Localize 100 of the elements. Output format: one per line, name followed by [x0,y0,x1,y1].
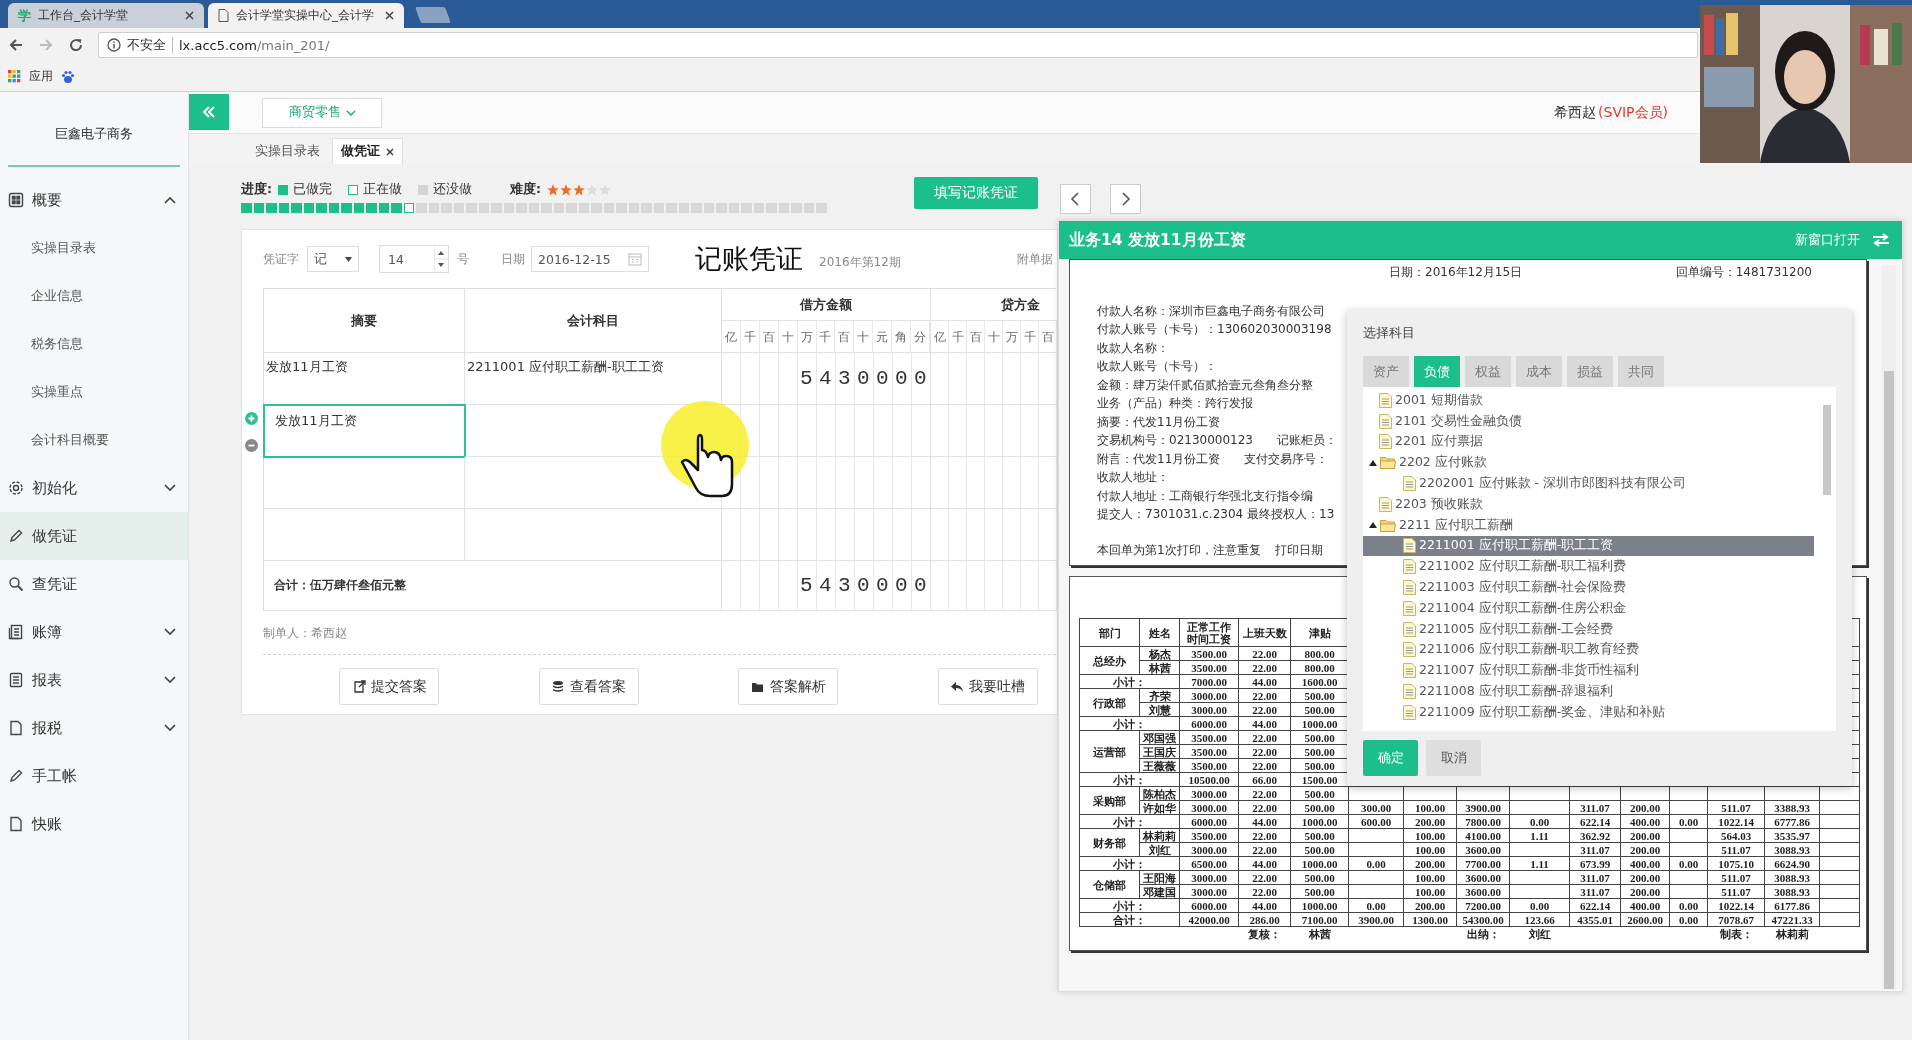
progress-segment[interactable] [516,203,527,213]
page-tab[interactable]: 实操目录表 [247,138,328,164]
tree-item[interactable]: 2101 交易性金融负债 [1363,410,1814,432]
tree-item[interactable]: 2202001 应付账款 - 深圳市郎图科技有限公司 [1363,473,1814,494]
tree-item[interactable]: 2202 应付账款 [1363,452,1814,474]
progress-segment[interactable] [491,203,502,213]
progress-segment[interactable] [391,203,402,213]
tree-item[interactable]: 2211005 应付职工薪酬-工会经费 [1363,618,1814,640]
sidebar-subitem[interactable]: 税务信息 [0,320,188,368]
sidebar-item[interactable]: 账簿 [0,608,188,656]
chevron-right-button[interactable] [1110,184,1141,214]
progress-segment[interactable] [266,203,277,213]
progress-segment[interactable] [628,203,639,213]
progress-segment[interactable] [466,203,477,213]
collapse-button[interactable] [189,94,229,130]
progress-segment[interactable] [766,203,777,213]
summary-cell[interactable] [264,457,465,509]
address-bar[interactable]: 不安全 lx.acc5.com/main_201/ [98,32,1698,58]
plus-icon[interactable] [245,412,258,425]
paw-icon[interactable] [61,69,75,84]
progress-segment[interactable] [453,203,464,213]
scrollbar[interactable] [1882,265,1896,989]
chevron-up-icon[interactable] [164,196,176,204]
chevron-down-icon[interactable] [164,628,176,636]
voucher-type-select[interactable]: 记 [307,246,359,272]
credit-cell[interactable] [931,457,1057,509]
swap-icon[interactable] [1872,233,1890,247]
progress-segment[interactable] [428,203,439,213]
progress-segment[interactable] [753,203,764,213]
reload-icon[interactable] [68,37,84,53]
tree-item[interactable]: 2001 短期借款 [1363,390,1814,411]
tree-item[interactable]: 2211001 应付职工薪酬-职工工资 [1363,535,1814,557]
progress-segment[interactable] [541,203,552,213]
progress-segment[interactable] [741,203,752,213]
expanded-triangle-icon[interactable] [1369,458,1377,467]
progress-segment[interactable] [291,203,302,213]
progress-segment[interactable] [553,203,564,213]
sidebar-subitem[interactable]: 会计科目概要 [0,416,188,464]
sidebar-subitem[interactable]: 企业信息 [0,272,188,320]
credit-cell[interactable] [931,405,1057,457]
progress-segment[interactable] [791,203,802,213]
account-cell[interactable] [465,509,722,561]
debit-cell[interactable] [722,509,931,561]
chevron-down-icon[interactable] [164,676,176,684]
info-icon[interactable] [107,38,121,52]
sidebar-item[interactable]: 报表 [0,656,188,704]
progress-segment[interactable] [603,203,614,213]
progress-segment[interactable] [366,203,377,213]
progress-segment[interactable] [316,203,327,213]
progress-segment[interactable] [278,203,289,213]
progress-segment[interactable] [241,203,252,213]
chevron-down-icon[interactable] [164,484,176,492]
summary-cell[interactable] [264,509,465,561]
progress-segment[interactable] [591,203,602,213]
debit-cell[interactable]: 5430000 [722,353,931,405]
new-tab-button[interactable] [415,7,451,23]
progress-segment[interactable] [691,203,702,213]
sidebar-item[interactable]: 报税 [0,704,188,752]
progress-segment[interactable] [803,203,814,213]
browser-tab[interactable]: 会计学堂实操中心_会计学 [208,3,404,28]
chevron-left-button[interactable] [1060,184,1091,214]
number-input[interactable]: 14 [379,245,449,273]
progress-segment[interactable] [528,203,539,213]
progress-segment[interactable] [778,203,789,213]
tree-item[interactable]: 2211002 应付职工薪酬-职工福利费 [1363,556,1814,578]
tree-item[interactable]: 2211008 应付职工薪酬-辞退福利 [1363,681,1814,702]
progress-segment[interactable] [441,203,452,213]
tree-item[interactable]: 2211 应付职工薪酬 [1363,514,1814,536]
credit-cell[interactable] [931,509,1057,561]
summary-input[interactable]: 发放11月工资 [263,404,466,458]
progress-segment[interactable] [403,203,414,213]
progress-segment[interactable] [641,203,652,213]
progress-segment[interactable] [353,203,364,213]
progress-segment[interactable] [703,203,714,213]
minus-icon[interactable] [245,439,258,452]
calendar-icon[interactable] [628,252,642,266]
sidebar-item[interactable]: 查凭证 [0,560,188,608]
forward-icon[interactable] [38,37,54,53]
bookmark-link[interactable]: 应用 [29,68,53,85]
summary-cell[interactable]: 发放11月工资 [264,353,465,405]
browser-tab[interactable]: 学 工作台_会计学堂 [8,3,204,28]
action-button[interactable]: 答案解析 [738,668,839,705]
progress-segment[interactable] [728,203,739,213]
action-button[interactable]: 我要吐槽 [937,668,1038,705]
progress-segment[interactable] [616,203,627,213]
sidebar-item[interactable]: 概要 [0,176,188,224]
date-input[interactable]: 2016-12-15 [531,246,649,272]
tree-item[interactable]: 2211004 应付职工薪酬-住房公积金 [1363,597,1814,619]
apps-icon[interactable] [8,70,21,83]
progress-segment[interactable] [253,203,264,213]
action-button[interactable]: 提交答案 [339,668,439,705]
progress-segment[interactable] [378,203,389,213]
page-tab[interactable]: 做凭证 [332,138,403,164]
progress-segment[interactable] [578,203,589,213]
progress-segment[interactable] [328,203,339,213]
progress-segment[interactable] [716,203,727,213]
progress-segment[interactable] [503,203,514,213]
chevron-down-icon[interactable] [164,724,176,732]
tree-item[interactable]: 2201 应付票据 [1363,431,1814,453]
sidebar-subitem[interactable]: 实操重点 [0,368,188,416]
